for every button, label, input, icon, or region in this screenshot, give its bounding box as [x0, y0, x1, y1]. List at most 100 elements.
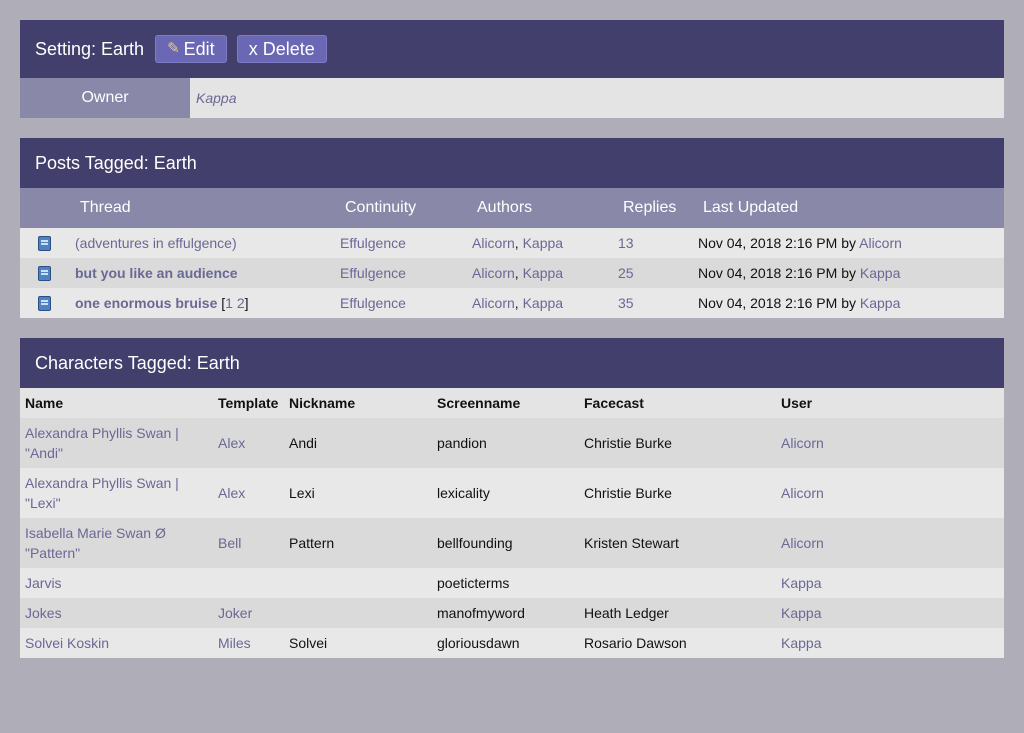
- book-icon[interactable]: [38, 266, 51, 282]
- owner-label: Owner: [20, 78, 190, 118]
- template-link[interactable]: Bell: [218, 535, 241, 551]
- col-authors: Authors: [472, 188, 618, 228]
- facecast: Rosario Dawson: [579, 628, 776, 658]
- col-replies: Replies: [618, 188, 698, 228]
- character-link[interactable]: Isabella Marie Swan Ø "Pattern": [25, 525, 166, 561]
- delete-button[interactable]: x Delete: [236, 35, 327, 63]
- facecast: [579, 568, 776, 598]
- posts-header: Posts Tagged: Earth: [20, 138, 1004, 188]
- by-text: by: [841, 265, 856, 281]
- replies-link[interactable]: 35: [618, 295, 634, 311]
- screenname: bellfounding: [432, 518, 579, 568]
- updated-time: Nov 04, 2018 2:16 PM: [698, 295, 838, 311]
- book-icon[interactable]: [38, 296, 51, 312]
- col-continuity: Continuity: [340, 188, 472, 228]
- continuity-link[interactable]: Effulgence: [340, 295, 406, 311]
- author-link[interactable]: Kappa: [523, 235, 563, 251]
- user-link[interactable]: Alicorn: [781, 435, 824, 451]
- updated-time: Nov 04, 2018 2:16 PM: [698, 265, 838, 281]
- col-name: Name: [20, 388, 213, 418]
- template-link[interactable]: Alex: [218, 435, 245, 451]
- table-row: Solvei Koskin Miles Solvei gloriousdawn …: [20, 628, 1004, 658]
- character-name: Alexandra Phyllis Swan |: [25, 425, 179, 441]
- user-link[interactable]: Alicorn: [781, 485, 824, 501]
- edit-label: Edit: [183, 39, 215, 59]
- table-row: but you like an audience Effulgence Alic…: [20, 258, 1004, 288]
- user-link[interactable]: Kappa: [781, 605, 821, 621]
- nickname: [284, 568, 432, 598]
- posts-table: Thread Continuity Authors Replies Last U…: [20, 188, 1004, 318]
- replies-link[interactable]: 13: [618, 235, 634, 251]
- nickname: Solvei: [284, 628, 432, 658]
- table-row: Isabella Marie Swan Ø "Pattern" Bell Patt…: [20, 518, 1004, 568]
- thread-link[interactable]: one enormous bruise: [75, 295, 217, 311]
- author-link[interactable]: Kappa: [523, 265, 563, 281]
- nickname: [284, 598, 432, 628]
- author-link[interactable]: Alicorn: [472, 235, 515, 251]
- author-link[interactable]: Alicorn: [472, 295, 515, 311]
- thread-link[interactable]: (adventures in effulgence): [75, 235, 237, 251]
- author-link[interactable]: Kappa: [523, 295, 563, 311]
- col-template: Template: [213, 388, 284, 418]
- edit-button[interactable]: ✎ Edit: [155, 35, 227, 63]
- character-alias: "Lexi": [25, 495, 61, 511]
- nickname: Pattern: [284, 518, 432, 568]
- continuity-link[interactable]: Effulgence: [340, 265, 406, 281]
- characters-table: Name Template Nickname Screenname Faceca…: [20, 388, 1004, 658]
- screenname: gloriousdawn: [432, 628, 579, 658]
- characters-panel: Characters Tagged: Earth Name Template N…: [20, 338, 1004, 658]
- template-link[interactable]: Alex: [218, 485, 245, 501]
- setting-title: Setting: Earth: [35, 38, 145, 59]
- by-text: by: [841, 235, 856, 251]
- owner-row: Owner Kappa: [20, 78, 1004, 118]
- table-row: Alexandra Phyllis Swan | "Lexi" Alex Lexi…: [20, 468, 1004, 518]
- owner-value: Kappa: [190, 78, 1004, 118]
- character-name: Isabella Marie Swan Ø: [25, 525, 166, 541]
- user-link[interactable]: Kappa: [781, 635, 821, 651]
- character-link[interactable]: Alexandra Phyllis Swan | "Lexi": [25, 475, 179, 511]
- replies-link[interactable]: 25: [618, 265, 634, 281]
- page-link[interactable]: 2: [237, 295, 245, 311]
- user-link[interactable]: Alicorn: [781, 535, 824, 551]
- screenname: poeticterms: [432, 568, 579, 598]
- col-nickname: Nickname: [284, 388, 432, 418]
- setting-header: Setting: Earth ✎ Edit x Delete: [20, 20, 1004, 78]
- posts-header-row: Thread Continuity Authors Replies Last U…: [20, 188, 1004, 228]
- author-link[interactable]: Alicorn: [472, 265, 515, 281]
- last-user-link[interactable]: Alicorn: [859, 235, 902, 251]
- book-icon[interactable]: [38, 236, 51, 252]
- page-link[interactable]: 1: [225, 295, 233, 311]
- characters-header: Characters Tagged: Earth: [20, 338, 1004, 388]
- col-user: User: [776, 388, 1004, 418]
- user-link[interactable]: Kappa: [781, 575, 821, 591]
- thread-link[interactable]: but you like an audience: [75, 265, 238, 281]
- col-thread: Thread: [75, 188, 340, 228]
- table-row: one enormous bruise [1 2] Effulgence Ali…: [20, 288, 1004, 318]
- table-row: Jokes Joker manofmyword Heath Ledger Kap…: [20, 598, 1004, 628]
- owner-link[interactable]: Kappa: [196, 90, 236, 106]
- character-name: Alexandra Phyllis Swan |: [25, 475, 179, 491]
- posts-panel: Posts Tagged: Earth Thread Continuity Au…: [20, 138, 1004, 318]
- by-text: by: [841, 295, 856, 311]
- character-link[interactable]: Jokes: [25, 605, 62, 621]
- col-screenname: Screenname: [432, 388, 579, 418]
- table-row: Alexandra Phyllis Swan | "Andi" Alex Andi…: [20, 418, 1004, 468]
- facecast: Heath Ledger: [579, 598, 776, 628]
- last-user-link[interactable]: Kappa: [860, 295, 900, 311]
- screenname: lexicality: [432, 468, 579, 518]
- character-alias: "Pattern": [25, 545, 81, 561]
- last-user-link[interactable]: Kappa: [860, 265, 900, 281]
- character-link[interactable]: Solvei Koskin: [25, 635, 109, 651]
- character-link[interactable]: Jarvis: [25, 575, 62, 591]
- facecast: Kristen Stewart: [579, 518, 776, 568]
- updated-time: Nov 04, 2018 2:16 PM: [698, 235, 838, 251]
- character-link[interactable]: Alexandra Phyllis Swan | "Andi": [25, 425, 179, 461]
- continuity-link[interactable]: Effulgence: [340, 235, 406, 251]
- col-facecast: Facecast: [579, 388, 776, 418]
- template-link[interactable]: Joker: [218, 605, 252, 621]
- table-row: (adventures in effulgence) Effulgence Al…: [20, 228, 1004, 258]
- character-alias: "Andi": [25, 445, 63, 461]
- nickname: Andi: [284, 418, 432, 468]
- facecast: Christie Burke: [579, 468, 776, 518]
- template-link[interactable]: Miles: [218, 635, 251, 651]
